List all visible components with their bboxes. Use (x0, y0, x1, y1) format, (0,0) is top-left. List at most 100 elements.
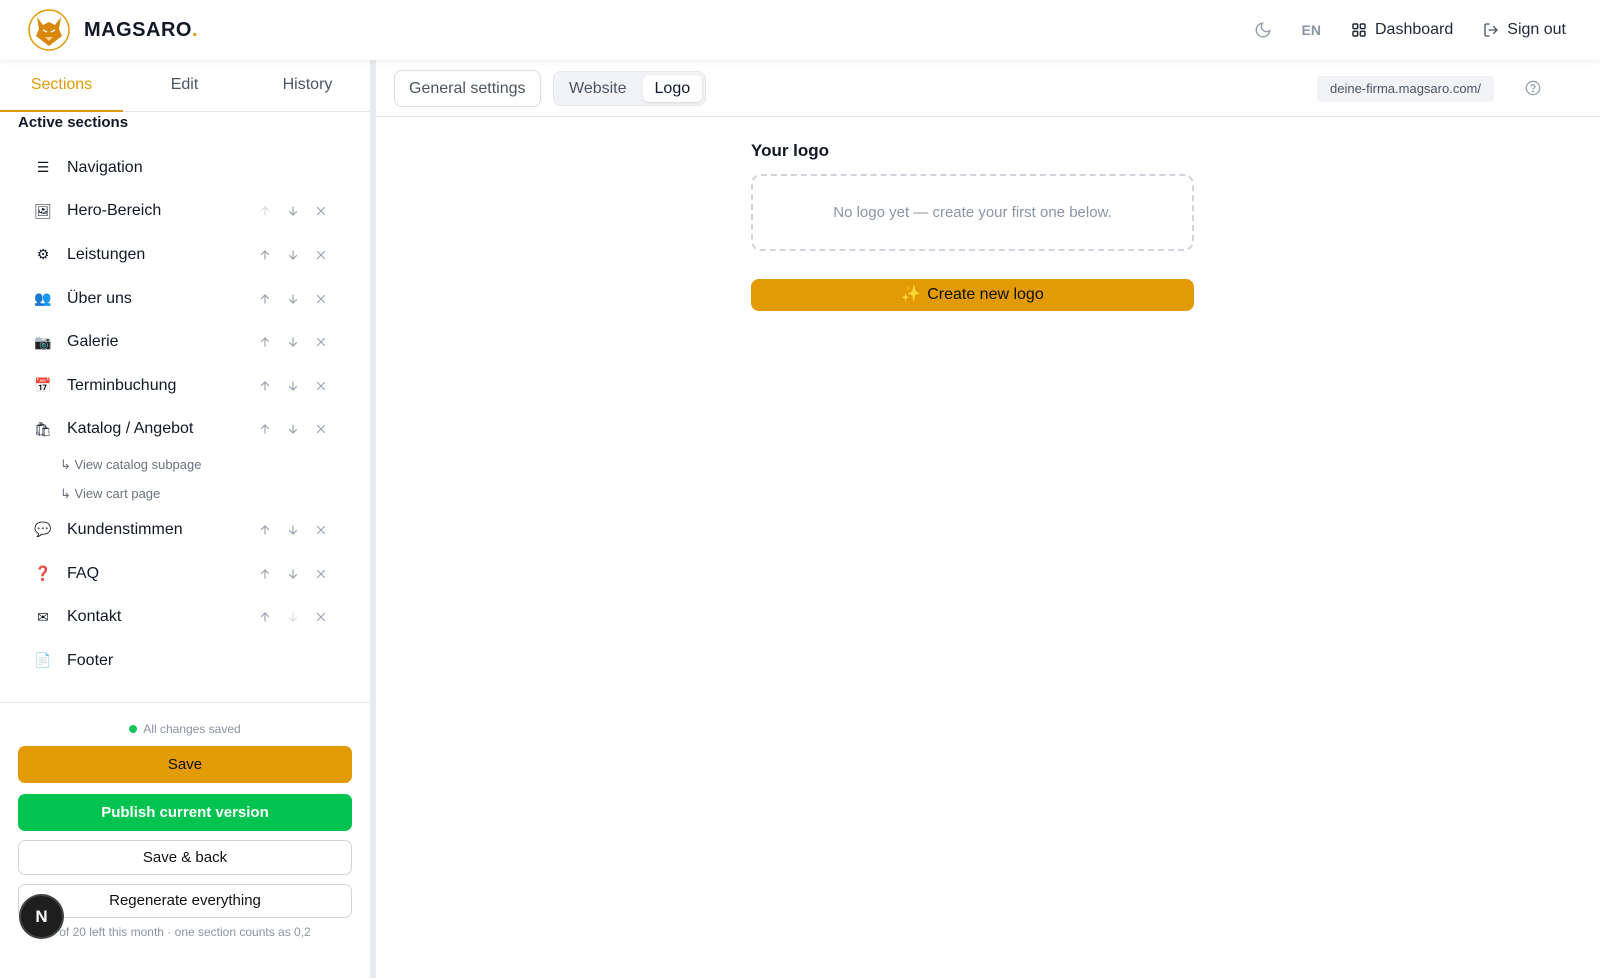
section-actions (258, 610, 328, 624)
page-icon: 📄 (34, 652, 52, 669)
section-label: FAQ (67, 564, 100, 582)
wolf-logo-icon (28, 9, 70, 51)
grid-icon (1352, 23, 1366, 37)
section-actions (258, 422, 328, 436)
language-switch[interactable]: EN (1302, 22, 1321, 38)
move-down-icon[interactable] (286, 567, 300, 581)
section-label: Hero-Bereich (67, 202, 162, 220)
move-up-icon[interactable] (258, 610, 272, 624)
section-row[interactable]: 🖼 Hero-Bereich (0, 190, 370, 234)
save-button[interactable]: Save (18, 746, 352, 783)
tab-history[interactable]: History (246, 60, 369, 111)
remove-icon[interactable] (314, 248, 328, 262)
question-mark-icon: ❓ (34, 565, 52, 582)
section-row[interactable]: 👥 Über uns (0, 277, 370, 321)
move-up-icon[interactable] (258, 567, 272, 581)
remove-icon[interactable] (314, 567, 328, 581)
sign-out-link[interactable]: Sign out (1483, 21, 1566, 39)
remove-icon[interactable] (314, 523, 328, 537)
publish-button[interactable]: Publish current version (18, 794, 352, 831)
section-row[interactable]: 📷 Galerie (0, 320, 370, 364)
speech-bubble-icon: 💬 (34, 521, 52, 538)
section-actions (258, 523, 328, 537)
sidebar: Sections Edit History Active sections ☰ N… (0, 60, 370, 978)
shopping-bags-icon: 🛍 (34, 420, 52, 437)
dashboard-link[interactable]: Dashboard (1351, 21, 1453, 39)
regenerate-button[interactable]: Regenerate everything (18, 884, 352, 918)
main-panel: General settings Website Logo deine-firm… (376, 60, 1600, 978)
section-row[interactable]: ❓ FAQ (0, 552, 370, 596)
tab-sections[interactable]: Sections (0, 60, 123, 112)
section-list: ☰ Navigation 🖼 Hero-Bereich ⚙ Leistungen 👥 Über… (0, 146, 370, 683)
move-down-icon[interactable] (286, 248, 300, 262)
move-down-icon[interactable] (286, 422, 300, 436)
section-row[interactable]: 🛍 Katalog / Angebot (0, 408, 370, 452)
remove-icon[interactable] (314, 204, 328, 218)
section-row[interactable]: ☰ Navigation (0, 146, 370, 190)
subpage-label: ↳ View cart page (60, 485, 161, 501)
domain-badge[interactable]: deine-firma.magsaro.com/ (1317, 76, 1494, 102)
logo-placeholder: No logo yet — create your first one belo… (751, 174, 1194, 251)
section-label: Leistungen (67, 245, 146, 263)
sign-out-label: Sign out (1507, 21, 1566, 38)
move-up-icon (258, 204, 272, 218)
section-row[interactable]: ✉ Kontakt (0, 595, 370, 639)
next-dev-badge[interactable]: N (21, 896, 62, 937)
move-up-icon[interactable] (258, 422, 272, 436)
people-icon: 👥 (34, 290, 52, 307)
section-row[interactable]: ⚙ Leistungen (0, 233, 370, 277)
subpage-label: ↳ View catalog subpage (60, 457, 202, 473)
dashboard-label: Dashboard (1375, 21, 1454, 38)
tab-edit[interactable]: Edit (123, 60, 246, 111)
active-sections-heading: Active sections (18, 114, 129, 131)
section-label: Galerie (67, 333, 119, 351)
move-up-icon[interactable] (258, 248, 272, 262)
move-down-icon (286, 610, 300, 624)
subpage-link[interactable]: ↳ View cart page (0, 480, 370, 509)
help-icon[interactable] (1525, 80, 1541, 96)
envelope-icon: ✉ (37, 608, 49, 625)
view-switch: Website Logo (553, 71, 707, 106)
move-up-icon[interactable] (258, 335, 272, 349)
move-down-icon[interactable] (286, 292, 300, 306)
tab-website[interactable]: Website (557, 75, 639, 102)
picture-icon: 🖼 (34, 202, 52, 219)
sparkles-icon: ✨ (901, 286, 922, 303)
move-down-icon[interactable] (286, 204, 300, 218)
section-label: Terminbuchung (67, 376, 177, 394)
section-label: Navigation (67, 158, 143, 176)
subpage-link[interactable]: ↳ View catalog subpage (0, 451, 370, 480)
section-label: Über uns (67, 289, 132, 307)
divider (0, 702, 370, 703)
main-toolbar: General settings Website Logo deine-firm… (376, 60, 1600, 117)
sidebar-tabs: Sections Edit History (0, 60, 370, 112)
save-status: All changes saved (0, 722, 370, 736)
section-label: Kontakt (67, 608, 122, 626)
create-logo-label: Create new logo (927, 286, 1044, 303)
move-down-icon[interactable] (286, 335, 300, 349)
remove-icon[interactable] (314, 379, 328, 393)
menu-icon: ☰ (36, 159, 50, 176)
logo-title: Your logo (751, 141, 830, 160)
remove-icon[interactable] (314, 292, 328, 306)
remove-icon[interactable] (314, 422, 328, 436)
section-row[interactable]: 💬 Kundenstimmen (0, 508, 370, 552)
move-up-icon[interactable] (258, 379, 272, 393)
move-up-icon[interactable] (258, 523, 272, 537)
tab-logo[interactable]: Logo (642, 75, 703, 102)
remove-icon[interactable] (314, 335, 328, 349)
move-up-icon[interactable] (258, 292, 272, 306)
remove-icon[interactable] (314, 610, 328, 624)
section-row[interactable]: 📅 Terminbuchung (0, 364, 370, 408)
move-down-icon[interactable] (286, 379, 300, 393)
save-and-back-button[interactable]: Save & back (18, 840, 352, 875)
section-actions (258, 567, 328, 581)
section-row[interactable]: 📄 Footer (0, 639, 370, 683)
brand[interactable]: MAGSARO. (28, 9, 198, 51)
create-logo-button[interactable]: ✨ Create new logo (751, 279, 1194, 311)
calendar-icon: 📅 (34, 377, 52, 394)
general-settings-button[interactable]: General settings (394, 70, 541, 107)
moon-icon[interactable] (1254, 21, 1272, 39)
move-down-icon[interactable] (286, 523, 300, 537)
section-actions (258, 379, 328, 393)
